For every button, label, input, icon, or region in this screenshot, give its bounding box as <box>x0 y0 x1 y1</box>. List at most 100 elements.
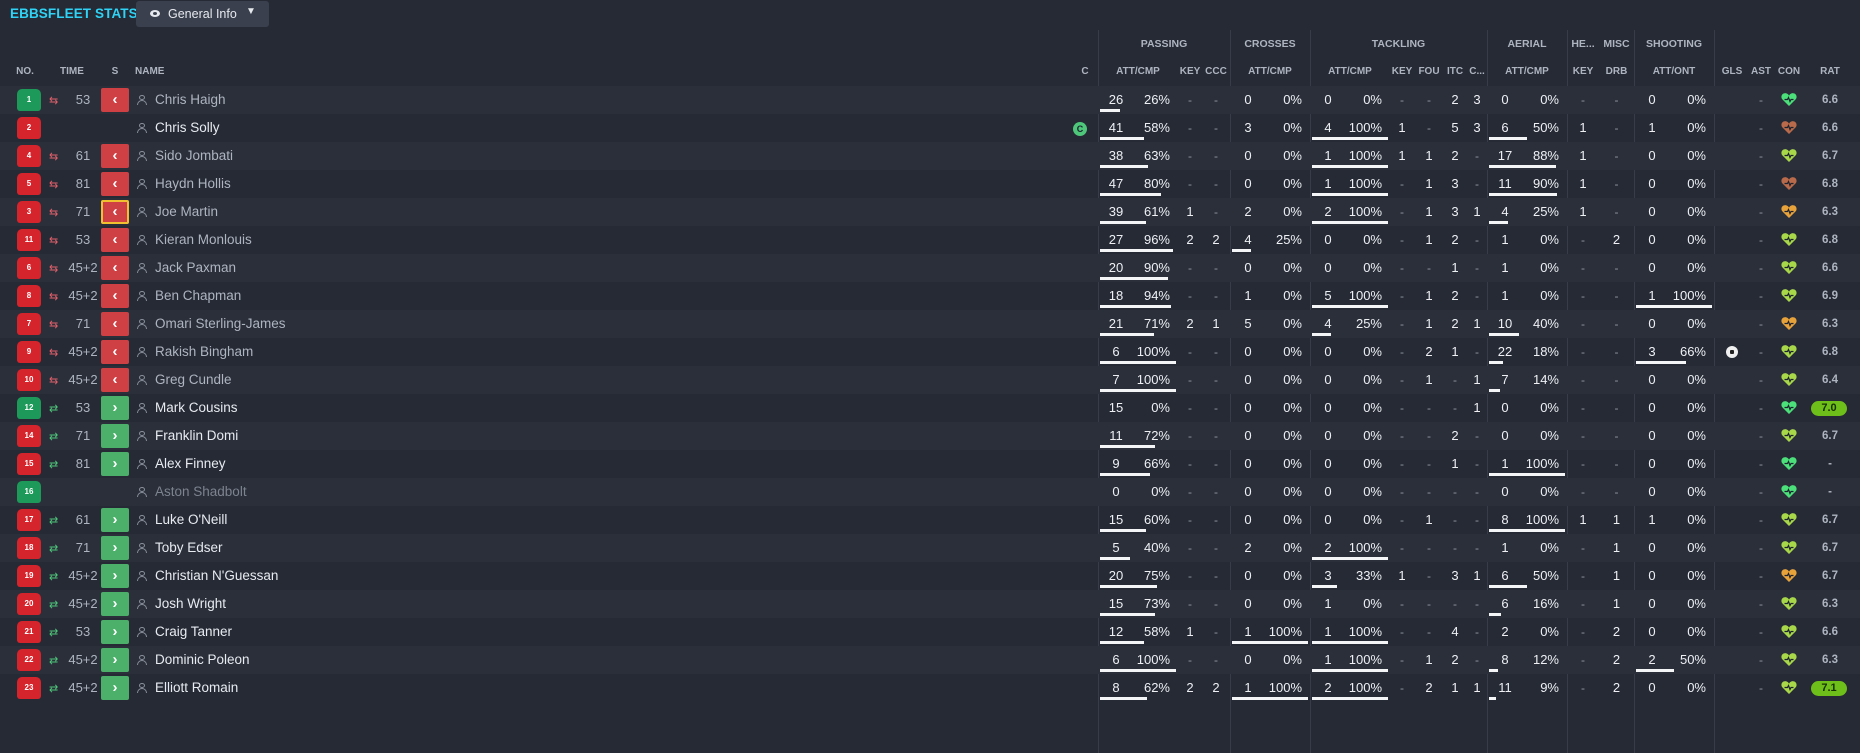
col-header-pass-att-cmp[interactable]: ATT/CMP <box>1100 66 1176 77</box>
fouls: 2 <box>1425 344 1433 359</box>
col-header-clr[interactable]: C... <box>1468 66 1486 77</box>
col-header-no[interactable]: NO. <box>13 66 37 77</box>
col-header-itc[interactable]: ITC <box>1443 66 1467 77</box>
substitute-on-button[interactable]: › <box>101 676 129 700</box>
table-row[interactable]: 15 ⇄ 81 › Alex Finney 9 66% - -0 0% 0 0% - -1-1 100% - -… <box>0 450 1860 478</box>
substitute-off-button[interactable]: ‹ <box>101 172 129 196</box>
table-row[interactable]: 14 ⇄ 71 › Franklin Domi 11 72% - -0 0% 0 0% - -2-0 0% -… <box>0 422 1860 450</box>
clear-cut-chances: - <box>1214 289 1218 303</box>
col-header-shot-att-ont[interactable]: ATT/ONT <box>1636 66 1712 77</box>
table-row[interactable]: 21 ⇄ 53 › Craig Tanner 12 58% 1-1 100% 1 100% - -4-2… <box>0 618 1860 646</box>
player-name-link[interactable]: Haydn Hollis <box>155 170 455 198</box>
key-headers: - <box>1581 541 1585 555</box>
table-row[interactable]: 8 ⇆ 45+2 ‹ Ben Chapman 18 94% - -1 0% 5 100% -1 2-1 0%… <box>0 282 1860 310</box>
player-name-link[interactable]: Franklin Domi <box>155 422 455 450</box>
fouls: - <box>1427 485 1431 499</box>
substitute-on-button[interactable]: › <box>101 508 129 532</box>
player-name-link[interactable]: Chris Haigh <box>155 86 455 114</box>
col-header-fou[interactable]: FOU <box>1416 66 1442 77</box>
substitute-on-button[interactable]: › <box>101 396 129 420</box>
substitute-off-button[interactable]: ‹ <box>101 256 129 280</box>
col-header-con[interactable]: CON <box>1774 66 1804 77</box>
person-icon <box>137 123 147 133</box>
table-row[interactable]: 3 ⇆ 71 ‹ Joe Martin 39 61% 1-2 0% 2 100% -1 3 1 4 25% 1-… <box>0 198 1860 226</box>
table-row[interactable]: 18 ⇄ 71 › Toby Edser 5 40% - -2 0% 2 100% - - - -1 0% -1 0… <box>0 534 1860 562</box>
passing-bar <box>1100 529 1146 532</box>
aerial-bar <box>1489 669 1498 672</box>
table-row[interactable]: 6 ⇆ 45+2 ‹ Jack Paxman 20 90% - -0 0% 0 0% - -1-1 0% - -… <box>0 254 1860 282</box>
substitute-off-button[interactable]: ‹ <box>101 368 129 392</box>
player-name-link[interactable]: Aston Shadbolt <box>155 478 455 506</box>
table-row[interactable]: 19 ⇄ 45+2 › Christian N'Guessan 20 75% - -0 0% 3 33… <box>0 562 1860 590</box>
substitute-off-button[interactable]: ‹ <box>101 200 129 224</box>
player-name-link[interactable]: Christian N'Guessan <box>155 562 455 590</box>
crosses-attempts: 0 <box>1244 148 1252 163</box>
table-row[interactable]: 9 ⇆ 45+2 ‹ Rakish Bingham 6 100% - -0 0% 0 0% -2 1-22… <box>0 338 1860 366</box>
table-row[interactable]: 2 Chris Solly C 41 58% - -3 0% 4 100% 1-5 3 6 50% 1-1 0… <box>0 114 1860 142</box>
col-header-tack-key[interactable]: KEY <box>1390 66 1414 77</box>
col-header-tack-att-cmp[interactable]: ATT/CMP <box>1312 66 1388 77</box>
table-row[interactable]: 7 ⇆ 71 ‹ Omari Sterling-James 21 71% 2 1 5 0% 4 25% -… <box>0 310 1860 338</box>
player-name-link[interactable]: Josh Wright <box>155 590 455 618</box>
player-name-link[interactable]: Chris Solly <box>155 114 455 142</box>
person-icon <box>137 431 147 441</box>
player-name-link[interactable]: Joe Martin <box>155 198 455 226</box>
table-row[interactable]: 23 ⇄ 45+2 › Elliott Romain 8 62% 2 2 1 100% 2 100% -2… <box>0 674 1860 702</box>
player-name-link[interactable]: Mark Cousins <box>155 394 455 422</box>
col-header-key[interactable]: KEY <box>1178 66 1202 77</box>
col-header-gls[interactable]: GLS <box>1716 66 1748 77</box>
table-row[interactable]: 20 ⇄ 45+2 › Josh Wright 15 73% - -0 0% 1 0% - - - -6 16%… <box>0 590 1860 618</box>
table-row[interactable]: 5 ⇆ 81 ‹ Haydn Hollis 47 80% - -0 0% 1 100% -1 3-11 90… <box>0 170 1860 198</box>
col-header-captain[interactable]: C <box>1080 66 1090 77</box>
substitute-off-button[interactable]: ‹ <box>101 284 129 308</box>
substitute-on-button[interactable]: › <box>101 620 129 644</box>
substitute-on-button[interactable]: › <box>101 452 129 476</box>
substitute-off-button[interactable]: ‹ <box>101 228 129 252</box>
col-header-cross-att-cmp[interactable]: ATT/CMP <box>1232 66 1308 77</box>
player-name-link[interactable]: Craig Tanner <box>155 618 455 646</box>
substitute-on-button[interactable]: › <box>101 536 129 560</box>
table-row[interactable]: 10 ⇆ 45+2 ‹ Greg Cundle 7 100% - -0 0% 0 0% -1-1 7 14%… <box>0 366 1860 394</box>
tackles-attempts: 0 <box>1324 400 1332 415</box>
table-row[interactable]: 17 ⇄ 61 › Luke O'Neill 15 60% - -0 0% 0 0% -1- -8 100%… <box>0 506 1860 534</box>
col-header-s[interactable]: S <box>108 66 122 77</box>
col-header-drb[interactable]: DRB <box>1599 66 1634 77</box>
shots-bar <box>1636 361 1686 364</box>
table-row[interactable]: 1 ⇆ 53 ‹ Chris Haigh 26 26% - -0 0% 0 0% - -2 3 0 0% - -0 0… <box>0 86 1860 114</box>
col-header-ast[interactable]: AST <box>1748 66 1774 77</box>
col-header-aer-att-cmp[interactable]: ATT/CMP <box>1489 66 1565 77</box>
col-header-time[interactable]: TIME <box>55 66 89 77</box>
player-name-link[interactable]: Alex Finney <box>155 450 455 478</box>
view-dropdown[interactable]: General Info ▼ <box>136 1 269 27</box>
substitute-off-button[interactable]: ‹ <box>101 144 129 168</box>
col-header-rat[interactable]: RAT <box>1810 66 1850 77</box>
crosses-attempts: 0 <box>1244 568 1252 583</box>
substitute-off-button[interactable]: ‹ <box>101 88 129 112</box>
player-name-link[interactable]: Toby Edser <box>155 534 455 562</box>
player-name-link[interactable]: Omari Sterling-James <box>155 310 455 338</box>
player-name-link[interactable]: Greg Cundle <box>155 366 455 394</box>
key-headers: - <box>1581 485 1585 499</box>
table-row[interactable]: 11 ⇆ 53 ‹ Kieran Monlouis 27 96% 2 2 4 25% 0 0% -1 2-1… <box>0 226 1860 254</box>
player-name-link[interactable]: Jack Paxman <box>155 254 455 282</box>
player-name-link[interactable]: Ben Chapman <box>155 282 455 310</box>
table-row[interactable]: 16 Aston Shadbolt 0 0% - - 0 0% 0 0% - - - - 0 0% - - 0 0% -… <box>0 478 1860 506</box>
player-name-link[interactable]: Kieran Monlouis <box>155 226 455 254</box>
player-name-link[interactable]: Elliott Romain <box>155 674 455 702</box>
col-header-name[interactable]: NAME <box>135 66 165 77</box>
table-row[interactable]: 22 ⇄ 45+2 › Dominic Poleon 6 100% - -0 0% 1 100% -1 2… <box>0 646 1860 674</box>
substitute-on-button[interactable]: › <box>101 424 129 448</box>
substitute-on-button[interactable]: › <box>101 564 129 588</box>
substitute-off-button[interactable]: ‹ <box>101 340 129 364</box>
player-name-link[interactable]: Sido Jombati <box>155 142 455 170</box>
player-name-link[interactable]: Luke O'Neill <box>155 506 455 534</box>
substitute-on-button[interactable]: › <box>101 648 129 672</box>
table-row[interactable]: 4 ⇆ 61 ‹ Sido Jombati 38 63% - -0 0% 1 100% 1 1 2-17 88… <box>0 142 1860 170</box>
player-name-link[interactable]: Dominic Poleon <box>155 646 455 674</box>
col-header-ccc[interactable]: CCC <box>1204 66 1228 77</box>
player-name-link[interactable]: Rakish Bingham <box>155 338 455 366</box>
substitute-on-button[interactable]: › <box>101 592 129 616</box>
substitute-off-button[interactable]: ‹ <box>101 312 129 336</box>
table-row[interactable]: 12 ⇄ 53 › Mark Cousins 15 0% - - 0 0% 0 0% - - - 1 0 0% - - 0… <box>0 394 1860 422</box>
col-header-he-key[interactable]: KEY <box>1569 66 1597 77</box>
